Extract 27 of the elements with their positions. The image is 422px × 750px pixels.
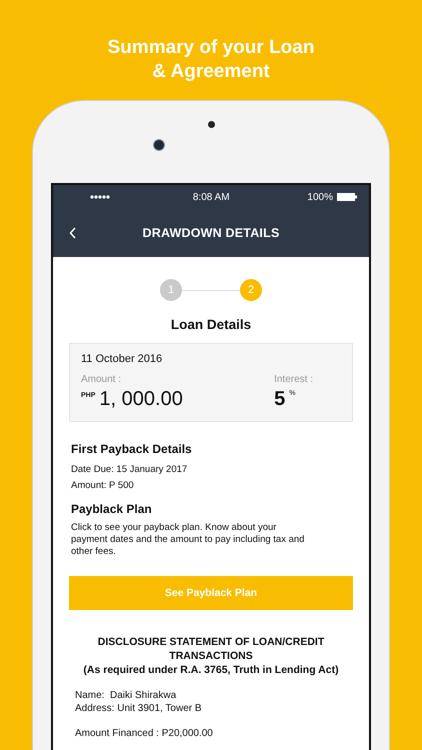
interest-label: Interest : (274, 374, 313, 385)
status-time: 8:08 AM (192, 192, 230, 202)
disclosure-subtitle: (As required under R.A. 3765, Truth in Lending Act) (82, 663, 340, 677)
amount-financed: Amount Financed : P20,000.00 (74, 727, 214, 740)
headline: Summary of your Loan (108, 36, 314, 60)
payback-detail: Amount: P 500 (71, 479, 135, 493)
back-icon[interactable] (69, 227, 77, 239)
payback-plan-button[interactable]: See Payblack Plan (69, 576, 353, 610)
screen-title: DRAWDOWN DETAILS (142, 226, 280, 240)
step-indicator: 2 (240, 279, 262, 301)
loan-date: 11 October 2016 (81, 353, 164, 365)
battery-icon (337, 193, 357, 201)
borrower-detail: Address: Unit 3901, Tower B (75, 702, 203, 715)
amount-label: Amount : (81, 374, 122, 385)
section-title: Loan Details (170, 317, 252, 332)
payback-detail: Date Due: 15 January 2017 (71, 463, 188, 477)
camera-icon (153, 139, 165, 151)
section-heading: Payblack Plan (71, 502, 153, 516)
battery-level: 100% (307, 192, 333, 202)
disclosure-title: DISCLOSURE STATEMENT OF LOAN/CREDIT TRANSACTIONS (96, 635, 326, 663)
amount-value: 1, 000.00 (99, 388, 183, 411)
interest-value: 5 (274, 388, 286, 411)
plan-description: Click to see your payback plan. Know about your payment dates and the amount to pay including tax and other fees. (71, 522, 306, 558)
sensor-icon (208, 121, 214, 128)
section-heading: First Payback Details (71, 442, 193, 456)
borrower-detail: Name: Daiki Shirakwa (75, 689, 178, 702)
headline: & Agreement (152, 60, 270, 84)
